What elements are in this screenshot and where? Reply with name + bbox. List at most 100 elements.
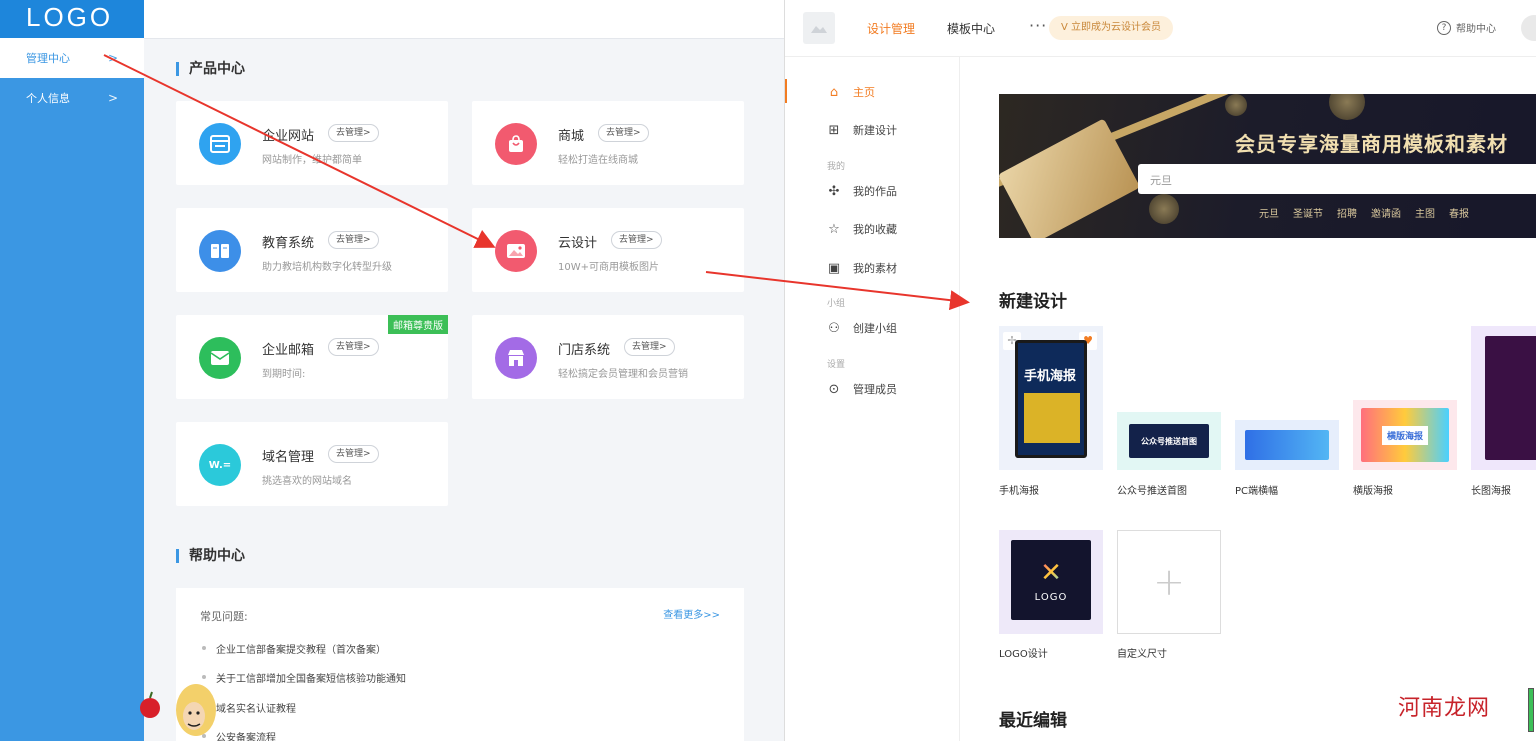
product-card-education[interactable]: 教育系统 去管理> 助力教培机构数字化转型升级 <box>176 208 448 292</box>
template-horizontal-poster[interactable]: 横版海报 <box>1353 400 1457 470</box>
product-desc: 10W+可商用模板图片 <box>558 262 659 273</box>
design-app-header: 设计管理 模板中心 ··· V 立即成为云设计会员 ? 帮助中心 <box>785 0 1536 57</box>
tab-design-management[interactable]: 设计管理 <box>867 20 915 37</box>
template-search-input[interactable]: 元旦 <box>1138 164 1536 194</box>
product-name: 云设计 <box>558 236 598 251</box>
nav-materials[interactable]: ▣ 我的素材 <box>825 260 897 276</box>
section-title-help: 帮助中心 <box>176 549 245 563</box>
help-label: 帮助中心 <box>1456 24 1496 35</box>
banner-coin <box>1149 194 1179 224</box>
logo-thumb: ✕ LOGO <box>1011 540 1091 620</box>
faq-item[interactable]: 公安备案流程 <box>202 729 276 741</box>
manage-button[interactable]: 去管理> <box>624 338 675 356</box>
hot-tag[interactable]: 元旦 <box>1259 205 1279 220</box>
template-label: 自定义尺寸 <box>1117 649 1167 660</box>
product-card-store[interactable]: 门店系统 去管理> 轻松搞定会员管理和会员营销 <box>472 315 744 399</box>
group-label-settings: 设置 <box>827 360 846 370</box>
manage-button[interactable]: 去管理> <box>611 231 662 249</box>
chevron-right-icon: > <box>107 51 118 65</box>
template-logo-design[interactable]: ✕ LOGO <box>999 530 1103 634</box>
product-card-mall[interactable]: 商城 去管理> 轻松打造在线商城 <box>472 101 744 185</box>
manage-button[interactable]: 去管理> <box>328 231 379 249</box>
mail-icon <box>199 337 241 379</box>
chevron-right-icon: > <box>107 91 118 105</box>
hot-tag[interactable]: 邀请函 <box>1371 205 1401 220</box>
nav-my-works[interactable]: ✣ 我的作品 <box>825 183 897 199</box>
section-title-products: 产品中心 <box>176 62 245 76</box>
product-desc: 到期时间: <box>262 369 306 380</box>
faq-item[interactable]: 关于工信部增加全国备案短信核验功能通知 <box>202 670 406 685</box>
template-wechat-cover[interactable]: 公众号推送首图 <box>1117 412 1221 470</box>
custom-size-button[interactable]: + <box>1117 530 1221 634</box>
vip-label: 立即成为云设计会员 <box>1071 22 1162 33</box>
product-card-email[interactable]: 邮箱尊贵版 企业邮箱 去管理> 到期时间: <box>176 315 448 399</box>
faq-item[interactable]: 域名实名认证教程 <box>202 700 296 715</box>
view-more-link[interactable]: 查看更多>> <box>663 606 720 621</box>
template-mobile-poster[interactable]: ✢ ♥ 手机海报 <box>999 326 1103 470</box>
manage-button[interactable]: 去管理> <box>328 124 379 142</box>
product-name: 商城 <box>558 129 585 144</box>
sidebar-item-label: 个人信息 <box>26 92 70 105</box>
long-poster-thumb <box>1485 336 1536 460</box>
admin-sidebar: LOGO 管理中心 > 个人信息 > <box>0 0 144 741</box>
vip-banner[interactable]: 会员专享海量商用模板和素材 元旦 元旦 圣诞节 招聘 邀请函 主图 春报 <box>999 94 1536 238</box>
banner-title: 会员专享海量商用模板和素材 <box>1235 132 1508 156</box>
product-name: 教育系统 <box>262 236 315 251</box>
hot-tag[interactable]: 春报 <box>1449 205 1469 220</box>
logo-mark-icon: ✕ <box>1040 557 1062 588</box>
manage-button[interactable]: 去管理> <box>328 445 379 463</box>
template-pc-banner[interactable] <box>1235 420 1339 470</box>
product-desc: 网站制作，维护都简单 <box>262 155 362 166</box>
screen: LOGO 管理中心 > 个人信息 > 产品中心 企业网站 去管理> 网站制作，维… <box>0 0 1536 741</box>
users-icon: ⚇ <box>828 320 840 336</box>
sidebar-item-profile[interactable]: 个人信息 > <box>0 78 144 118</box>
watermark: 河南龙网 <box>1398 696 1491 721</box>
help-center-link[interactable]: ? 帮助中心 <box>1437 20 1496 35</box>
nav-home[interactable]: ⌂ 主页 <box>825 84 875 100</box>
nav-label: 新建设计 <box>853 124 897 137</box>
poster-thumb-text: 手机海报 <box>1024 369 1077 384</box>
new-file-icon: ⊞ <box>828 122 840 138</box>
faq-item[interactable]: 企业工信部备案提交教程（首次备案） <box>202 641 386 656</box>
app-logo[interactable] <box>803 12 835 44</box>
nav-new-design[interactable]: ⊞ 新建设计 <box>825 122 897 138</box>
product-name: 企业邮箱 <box>262 343 315 358</box>
sidebar-item-management[interactable]: 管理中心 > <box>0 38 144 78</box>
mascot-sticker <box>140 684 216 736</box>
nav-create-team[interactable]: ⚇ 创建小组 <box>825 320 897 336</box>
nav-manage-members[interactable]: ⊙ 管理成员 <box>825 381 897 397</box>
image-icon: ▣ <box>827 260 841 276</box>
works-icon: ✣ <box>828 183 840 199</box>
group-label-mine: 我的 <box>827 162 846 172</box>
template-label: 长图海报 <box>1471 486 1511 497</box>
product-card-website[interactable]: 企业网站 去管理> 网站制作，维护都简单 <box>176 101 448 185</box>
premium-badge: 邮箱尊贵版 <box>388 315 448 334</box>
product-desc: 助力教培机构数字化转型升级 <box>262 262 392 273</box>
faq-label: 常见问题: <box>200 610 248 623</box>
vip-button[interactable]: V 立即成为云设计会员 <box>1049 16 1174 40</box>
poster-thumbnail: 手机海报 <box>1015 340 1087 458</box>
shopping-bag-icon <box>495 123 537 165</box>
group-label-team: 小组 <box>827 299 846 309</box>
manage-button[interactable]: 去管理> <box>328 338 379 356</box>
recent-edits-title: 最近编辑 <box>999 711 1067 731</box>
wechat-thumb: 公众号推送首图 <box>1129 424 1209 458</box>
template-long-poster[interactable] <box>1471 326 1536 470</box>
hot-tag[interactable]: 主图 <box>1415 205 1435 220</box>
nav-favorites[interactable]: ☆ 我的收藏 <box>825 221 897 237</box>
product-card-domain[interactable]: W.= 域名管理 去管理> 挑选喜欢的网站域名 <box>176 422 448 506</box>
settings-icon: ⊙ <box>828 381 840 397</box>
template-label: LOGO设计 <box>999 649 1048 660</box>
tab-template-center[interactable]: 模板中心 <box>947 20 995 37</box>
question-icon: ? <box>1437 20 1451 35</box>
product-desc: 挑选喜欢的网站域名 <box>262 476 352 487</box>
product-card-cloud-design[interactable]: 云设计 去管理> 10W+可商用模板图片 <box>472 208 744 292</box>
store-icon <box>495 337 537 379</box>
manage-button[interactable]: 去管理> <box>598 124 649 142</box>
hot-tag[interactable]: 招聘 <box>1337 205 1357 220</box>
star-icon: ☆ <box>828 221 840 237</box>
more-icon[interactable]: ··· <box>1029 16 1047 35</box>
website-icon <box>199 123 241 165</box>
hot-tag[interactable]: 圣诞节 <box>1293 205 1323 220</box>
avatar[interactable] <box>1521 15 1536 41</box>
